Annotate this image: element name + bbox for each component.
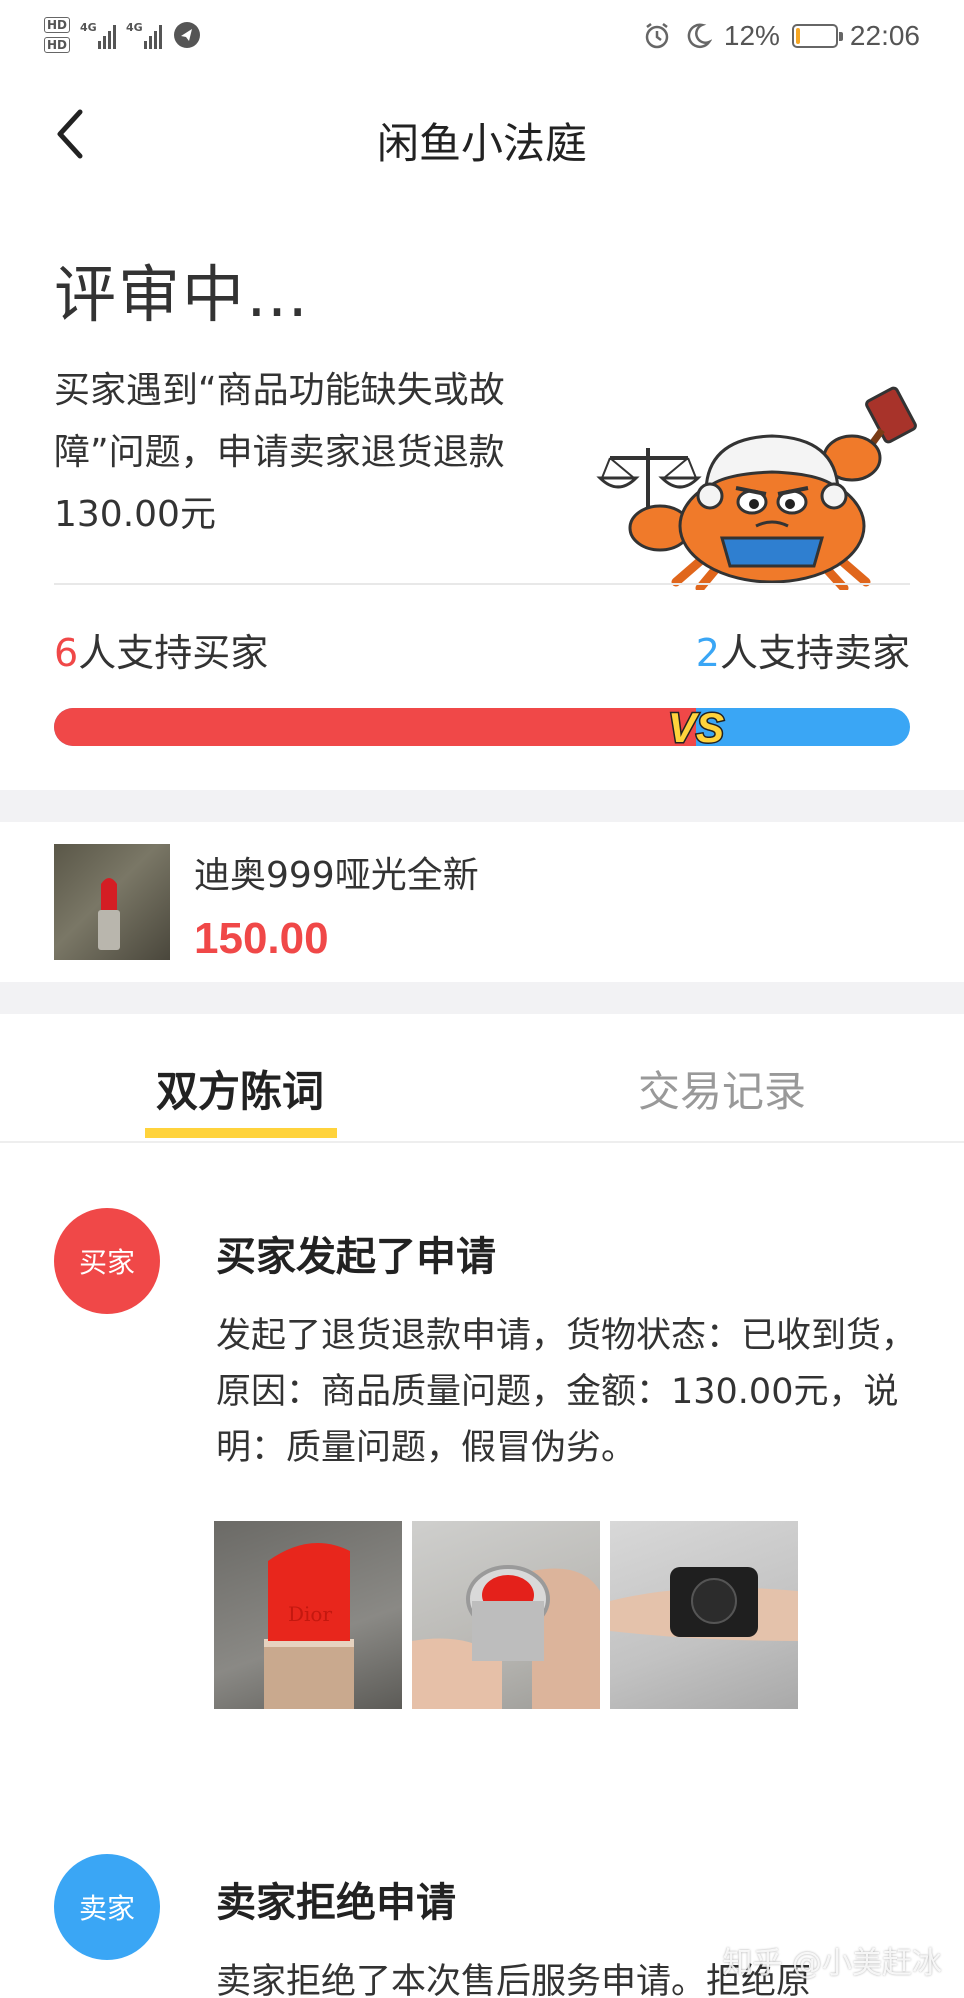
product-price: 150.00 [194, 914, 329, 963]
crab-judge-illustration [596, 386, 917, 590]
event-title: 卖家拒绝申请 [216, 1880, 456, 1926]
signal-icon: 4G [126, 21, 163, 49]
product-thumbnail[interactable] [54, 844, 170, 960]
event-description: 发起了退货退款申请，货物状态：已收到货，原因：商品质量问题，金额：130.00元… [216, 1316, 917, 1468]
section-gap [0, 790, 964, 822]
hd-indicators: HD HD [44, 17, 71, 53]
active-tab-indicator [145, 1128, 337, 1138]
status-right: 12% 22:06 [642, 16, 920, 56]
lipstick-closeup-image: Dior [264, 1543, 354, 1709]
watermark: 知乎 @小美赶冰 [722, 1946, 942, 1981]
buyer-avatar: 买家 [54, 1208, 160, 1314]
buyer-support-number: 6 [54, 631, 79, 675]
battery-fill [795, 28, 801, 44]
evidence-photo[interactable]: Dior [214, 1521, 402, 1709]
buyer-vote-fill [54, 708, 696, 746]
clock: 22:06 [849, 20, 920, 51]
vs-badge: VS [666, 703, 725, 753]
battery-icon [791, 24, 843, 48]
brand-label: Dior [288, 1602, 332, 1626]
alarm-icon [645, 23, 669, 49]
case-description: 买家遇到“商品功能缺失或故障”问题，申请卖家退货退款130.00元 [54, 370, 505, 535]
page-title: 闲鱼小法庭 [376, 119, 587, 168]
signal-icon: 4G [80, 21, 117, 49]
nav-bar: 闲鱼小法庭 [0, 80, 964, 190]
product-name[interactable]: 迪奥999哑光全新 [194, 846, 479, 898]
seller-avatar: 卖家 [54, 1854, 160, 1960]
buyer-support-label: 人支持买家 [78, 631, 269, 675]
vs-label: VS [668, 704, 724, 751]
lipstick-top-image [412, 1565, 600, 1709]
buyer-support-count: 6人支持买家 [54, 622, 268, 677]
evidence-photo[interactable] [610, 1521, 798, 1709]
app-icon [174, 22, 201, 48]
section-gap [0, 982, 964, 1014]
network-type: 4G [126, 21, 143, 34]
status-bar: HD HD 4G 4G 12% 22:06 [0, 0, 964, 70]
case-status: 评审中… [54, 258, 311, 331]
tab-transaction-records[interactable]: 交易记录 [638, 1058, 806, 1119]
moon-icon [687, 23, 712, 49]
seller-support-label: 人支持卖家 [719, 631, 910, 675]
status-left: HD HD 4G 4G [44, 12, 202, 58]
section-divider [54, 583, 910, 585]
battery-percent: 12% [723, 20, 780, 51]
event-title: 买家发起了申请 [216, 1234, 496, 1280]
vote-progress-bar [54, 708, 910, 746]
evidence-photo[interactable] [412, 1521, 600, 1709]
seller-support-count: 2人支持卖家 [696, 622, 910, 677]
seller-support-number: 2 [695, 631, 720, 675]
lipstick-bottom-image [610, 1567, 798, 1641]
tab-divider [0, 1141, 964, 1143]
tab-statements[interactable]: 双方陈词 [156, 1058, 324, 1119]
network-type: 4G [80, 21, 97, 34]
hd-icon: HD [44, 37, 71, 53]
hd-icon: HD [44, 17, 71, 33]
lipstick-image [98, 878, 120, 950]
